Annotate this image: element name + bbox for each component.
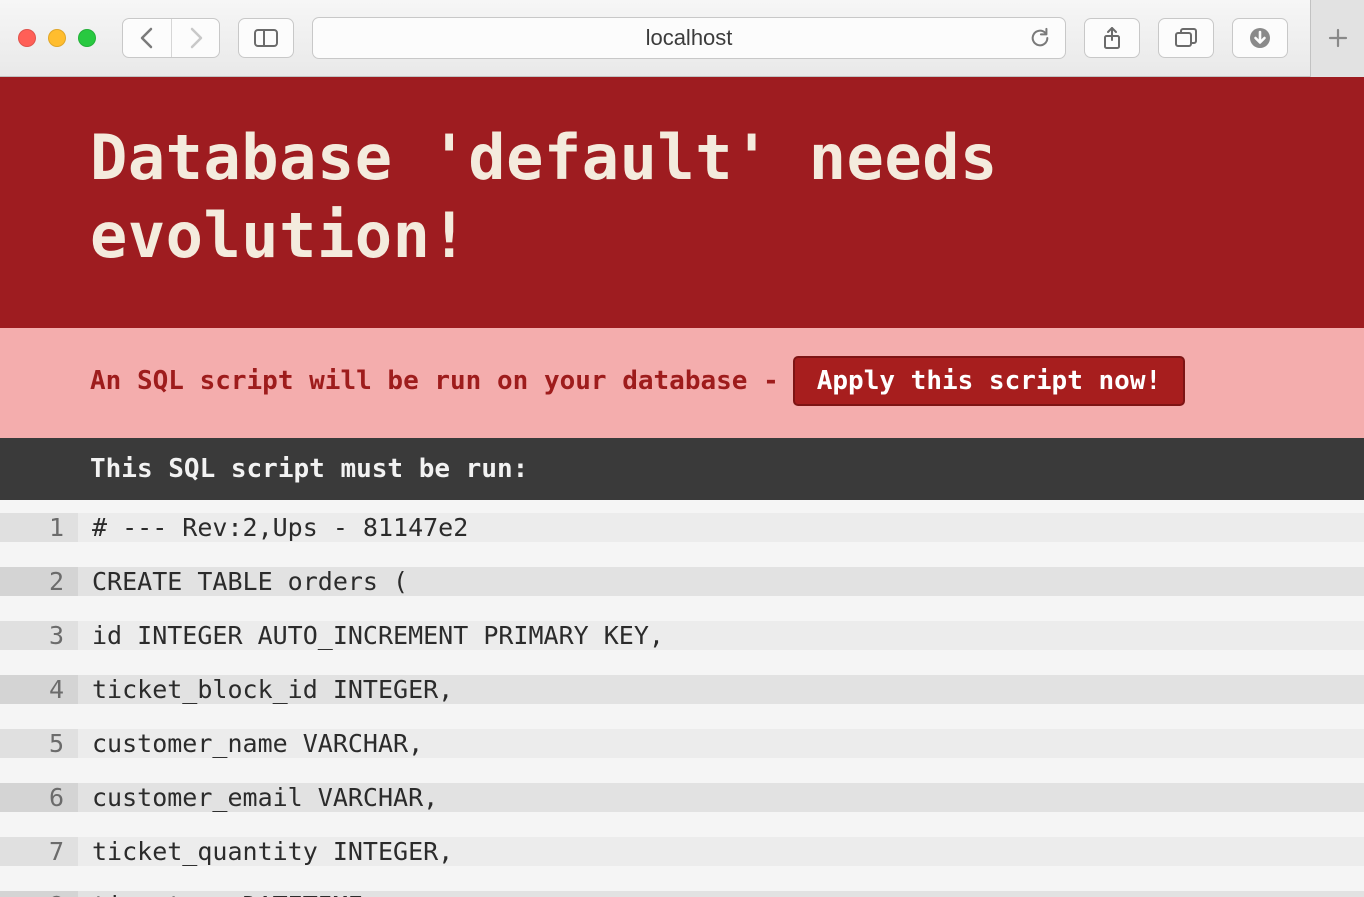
code-text: CREATE TABLE orders ( xyxy=(78,567,1364,596)
plus-icon xyxy=(1327,27,1349,49)
reload-icon xyxy=(1029,27,1051,49)
window-maximize-button[interactable] xyxy=(78,29,96,47)
page-title: Database 'default' needs evolution! xyxy=(90,119,1274,274)
line-number: 5 xyxy=(0,729,78,758)
code-line: 8 timestamp DATETIME xyxy=(0,878,1364,897)
code-text: ticket_quantity INTEGER, xyxy=(78,837,1364,866)
apply-script-button[interactable]: Apply this script now! xyxy=(793,356,1185,406)
line-number: 4 xyxy=(0,675,78,704)
line-number: 3 xyxy=(0,621,78,650)
sidebar-toggle-button[interactable] xyxy=(238,18,294,58)
chevron-right-icon xyxy=(188,27,204,49)
line-number: 2 xyxy=(0,567,78,596)
sidebar-icon xyxy=(254,29,278,47)
reload-button[interactable] xyxy=(1029,27,1051,49)
code-line: 1 # --- Rev:2,Ups - 81147e2 xyxy=(0,500,1364,554)
code-text: customer_email VARCHAR, xyxy=(78,783,1364,812)
tabs-icon xyxy=(1174,27,1198,49)
code-text: customer_name VARCHAR, xyxy=(78,729,1364,758)
share-icon xyxy=(1102,26,1122,50)
notice-bar: An SQL script will be run on your databa… xyxy=(0,328,1364,438)
window-controls xyxy=(18,29,96,47)
new-tab-button[interactable] xyxy=(1310,0,1364,77)
code-line: 4 ticket_block_id INTEGER, xyxy=(0,662,1364,716)
address-bar[interactable]: localhost xyxy=(312,17,1066,59)
code-block: 1 # --- Rev:2,Ups - 81147e2 2 CREATE TAB… xyxy=(0,500,1364,897)
code-line: 3 id INTEGER AUTO_INCREMENT PRIMARY KEY, xyxy=(0,608,1364,662)
page-viewport: Database 'default' needs evolution! An S… xyxy=(0,77,1364,897)
line-number: 7 xyxy=(0,837,78,866)
forward-button[interactable] xyxy=(171,19,219,57)
code-header: This SQL script must be run: xyxy=(0,438,1364,500)
window-close-button[interactable] xyxy=(18,29,36,47)
notice-text: An SQL script will be run on your databa… xyxy=(90,366,779,396)
share-button[interactable] xyxy=(1084,18,1140,58)
nav-back-forward xyxy=(122,18,220,58)
back-button[interactable] xyxy=(123,19,171,57)
line-number: 6 xyxy=(0,783,78,812)
toolbar-right xyxy=(1084,18,1288,58)
chevron-left-icon xyxy=(139,27,155,49)
line-number: 1 xyxy=(0,513,78,542)
code-line: 6 customer_email VARCHAR, xyxy=(0,770,1364,824)
line-number: 8 xyxy=(0,891,78,897)
code-text: # --- Rev:2,Ups - 81147e2 xyxy=(78,513,1364,542)
tabs-overview-button[interactable] xyxy=(1158,18,1214,58)
code-line: 5 customer_name VARCHAR, xyxy=(0,716,1364,770)
window-minimize-button[interactable] xyxy=(48,29,66,47)
code-text: id INTEGER AUTO_INCREMENT PRIMARY KEY, xyxy=(78,621,1364,650)
code-text: ticket_block_id INTEGER, xyxy=(78,675,1364,704)
address-text: localhost xyxy=(646,25,733,51)
hero-banner: Database 'default' needs evolution! xyxy=(0,77,1364,328)
code-text: timestamp DATETIME xyxy=(78,891,1364,897)
downloads-button[interactable] xyxy=(1232,18,1288,58)
code-line: 7 ticket_quantity INTEGER, xyxy=(0,824,1364,878)
download-icon xyxy=(1248,26,1272,50)
browser-toolbar: localhost xyxy=(0,0,1364,77)
code-line: 2 CREATE TABLE orders ( xyxy=(0,554,1364,608)
